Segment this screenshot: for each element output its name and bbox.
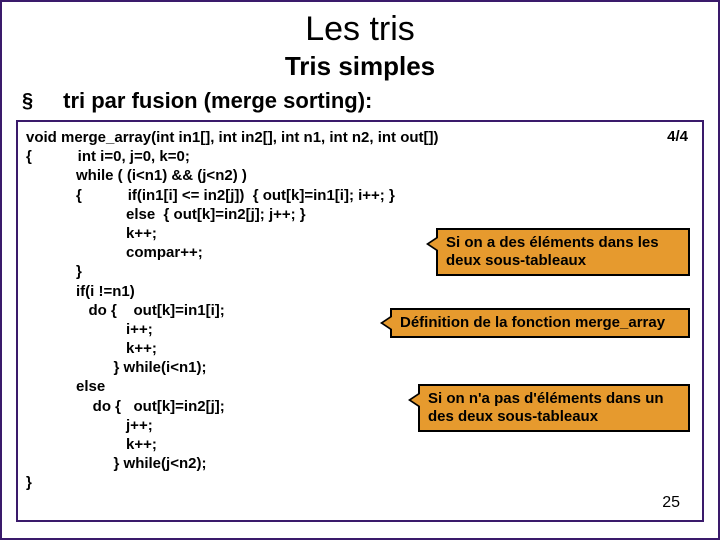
callout-elements-one: Si on n'a pas d'éléments dans un des deu… (418, 384, 690, 432)
bullet-text: tri par fusion (merge sorting): (63, 88, 372, 114)
callout-definition: Définition de la fonction merge_array (390, 308, 690, 338)
bullet-mark-icon: § (22, 90, 33, 113)
slide-subtitle: Tris simples (16, 51, 704, 82)
code-box: 4/4 void merge_array(int in1[], int in2[… (16, 120, 704, 522)
bullet-row: § tri par fusion (merge sorting): (16, 88, 704, 114)
slide-title: Les tris (16, 10, 704, 49)
page-counter: 4/4 (667, 128, 688, 145)
slide: Les tris Tris simples § tri par fusion (… (0, 0, 720, 540)
callout-elements-both: Si on a des éléments dans les deux sous-… (436, 228, 690, 276)
slide-number: 25 (662, 494, 680, 512)
